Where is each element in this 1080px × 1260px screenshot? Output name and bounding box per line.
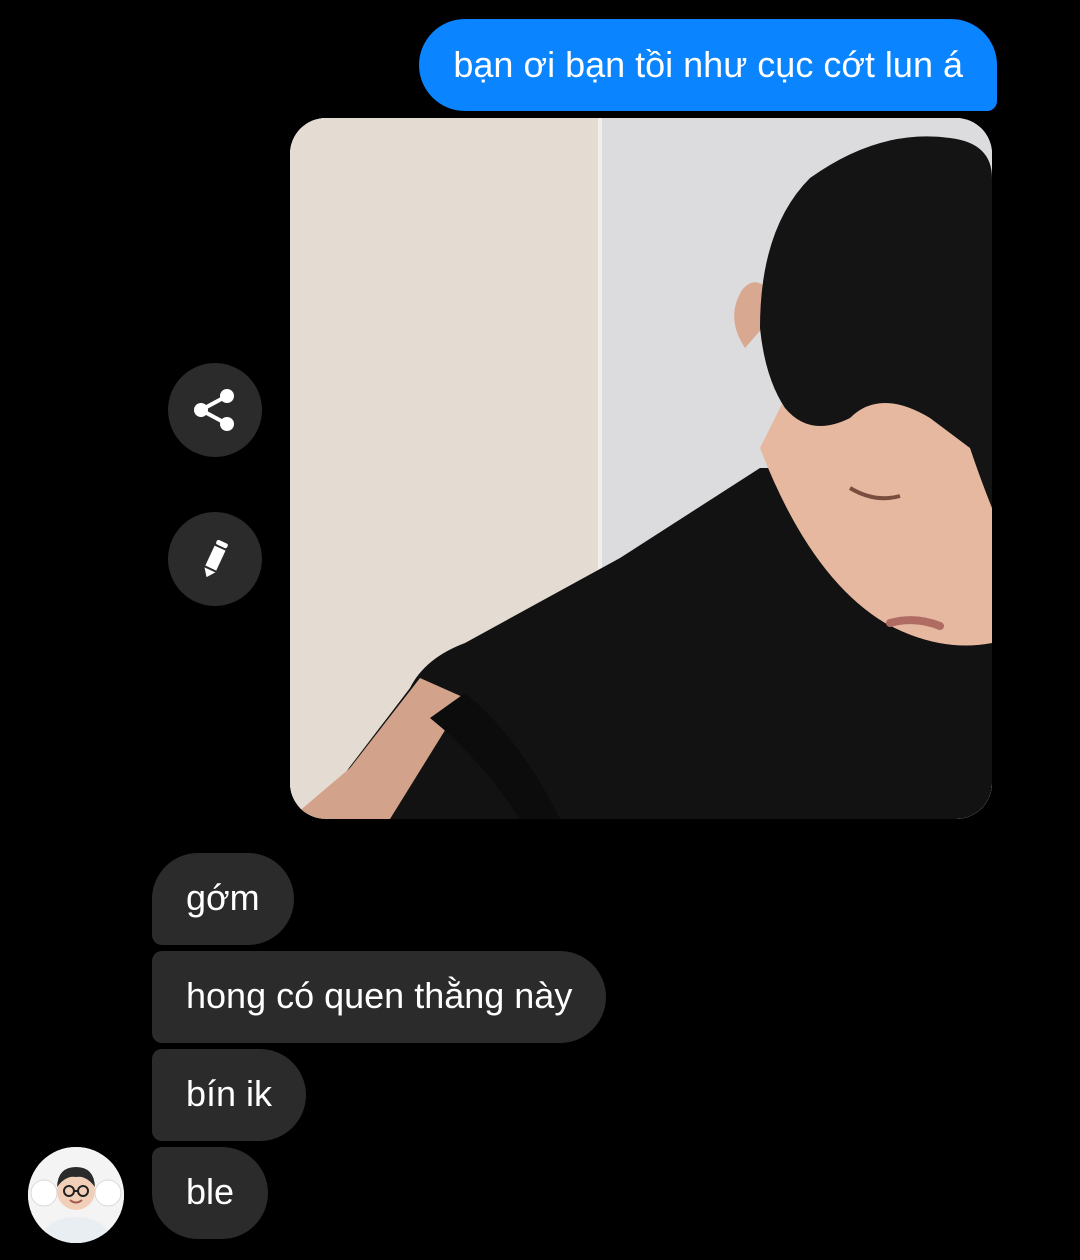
share-icon xyxy=(194,389,234,431)
received-message-bubble[interactable]: ble xyxy=(152,1147,269,1239)
sent-message-bubble[interactable]: bạn ơi bạn tồi như cục cớt lun á xyxy=(419,19,997,111)
photo-image xyxy=(290,118,992,819)
shared-photo[interactable] xyxy=(290,118,992,819)
share-button[interactable] xyxy=(168,363,262,457)
edit-button[interactable] xyxy=(168,512,262,606)
received-message-bubble[interactable]: bín ik xyxy=(152,1049,307,1141)
chat-thread: bạn ơi bạn tồi như cục cớt lun á gớm hon… xyxy=(0,0,1080,1260)
avatar[interactable] xyxy=(28,1147,124,1243)
received-message-bubble[interactable]: gớm xyxy=(152,853,294,945)
pencil-icon xyxy=(204,539,228,578)
avatar-image xyxy=(28,1147,124,1243)
received-message-bubble[interactable]: hong có quen thằng này xyxy=(152,951,607,1043)
